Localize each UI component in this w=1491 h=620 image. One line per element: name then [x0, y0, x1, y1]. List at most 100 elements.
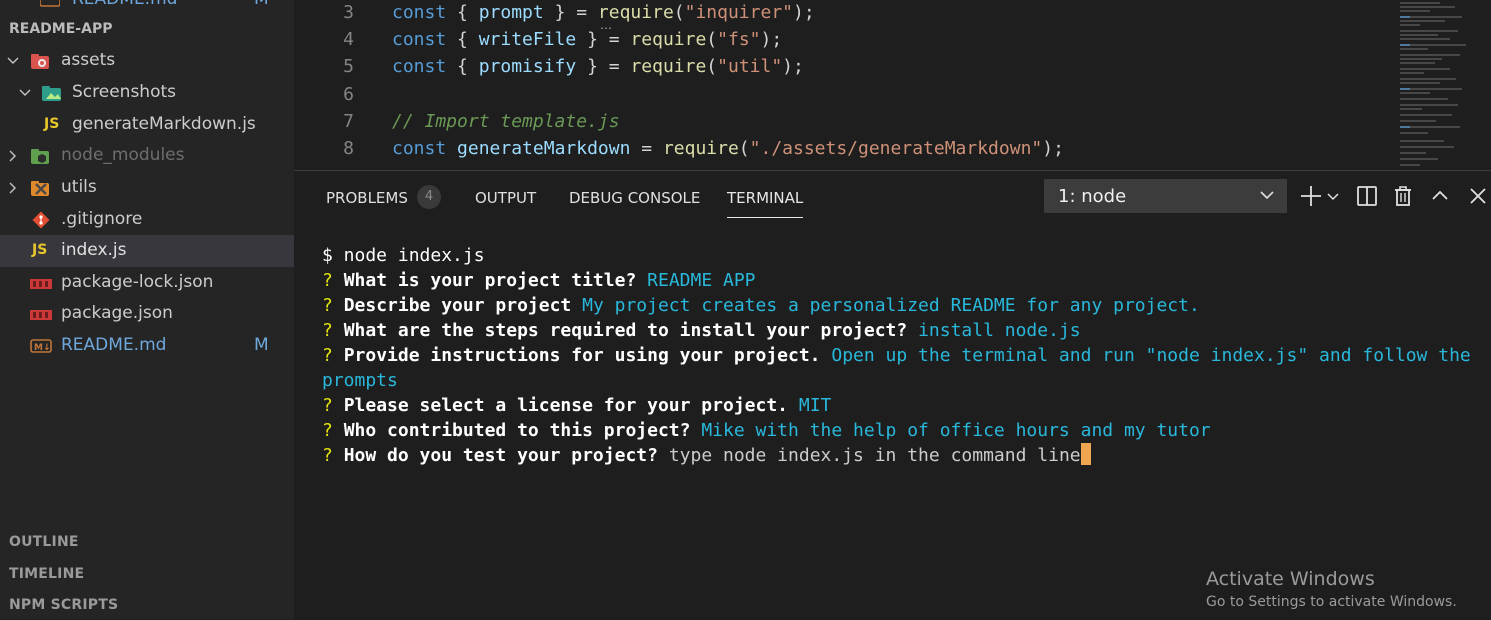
tree-item-label: index.js	[61, 240, 127, 260]
code-token: (	[706, 29, 718, 51]
tab-terminal[interactable]: TERMINAL	[727, 189, 803, 207]
code-text: const { writeFile } = require("fs");	[392, 26, 782, 53]
code-text: // Import template.js	[392, 108, 620, 135]
prompt-answer: Mike with the help of office hours and m…	[701, 420, 1211, 441]
code-token: require	[662, 138, 739, 159]
line-number: 3	[343, 2, 354, 23]
code-token: (	[673, 2, 685, 23]
tree-item-label: README.md	[61, 335, 167, 355]
tab-output[interactable]: OUTPUT	[475, 189, 536, 207]
code-editor[interactable]: 3 const { prompt } = require("inquirer");…	[294, 0, 1491, 170]
watermark-title: Activate Windows	[1206, 568, 1375, 590]
prompt-question: Describe your project	[343, 295, 572, 316]
code-token: const	[392, 56, 447, 78]
chevron-right-icon	[6, 149, 20, 163]
js-file-icon: JS	[44, 116, 60, 132]
tree-item-label: utils	[61, 177, 97, 197]
tree-item-readme[interactable]: M↓ README.md M	[0, 330, 294, 362]
git-status-badge: M	[254, 0, 269, 9]
code-line[interactable]: 8 const generateMarkdown = require("./ass…	[294, 135, 1394, 162]
svg-text:M↓: M↓	[34, 343, 51, 353]
prompt-question: How do you test your project?	[343, 445, 658, 466]
trash-icon[interactable]	[1390, 183, 1416, 209]
prompt-question: What is your project title?	[343, 270, 637, 291]
chevron-down-icon	[1259, 187, 1275, 208]
code-token: const	[392, 2, 447, 23]
code-line[interactable]: 3 const { prompt } = require("inquirer");	[294, 0, 1394, 26]
prompt-marker: ?	[322, 295, 344, 316]
terminal-qa-line: ? Describe your project My project creat…	[322, 293, 1482, 318]
tree-item-index-js[interactable]: JS index.js	[0, 235, 294, 267]
code-token: require	[630, 56, 707, 78]
npm-scripts-section[interactable]: NPM SCRIPTS	[9, 597, 118, 613]
line-number: 7	[343, 110, 354, 132]
prompt-answer: MIT	[798, 395, 832, 416]
close-icon[interactable]	[1465, 183, 1491, 209]
code-token: const	[392, 138, 447, 159]
code-line[interactable]: 6	[294, 81, 1394, 108]
code-line[interactable]: 7 // Import template.js	[294, 108, 1394, 135]
terminal-qa-line: ? Who contributed to this project? Mike …	[322, 418, 1482, 443]
tab-debug-console[interactable]: DEBUG CONSOLE	[569, 189, 700, 207]
terminal-qa-line: ? Please select a license for your proje…	[322, 393, 1482, 418]
tree-item-gitignore[interactable]: .gitignore	[0, 204, 294, 236]
split-terminal-icon[interactable]	[1354, 183, 1380, 209]
chevron-right-icon	[6, 181, 20, 195]
tree-item-assets[interactable]: assets	[0, 45, 294, 77]
code-token: } =	[576, 29, 631, 51]
code-token: );	[793, 2, 815, 23]
new-terminal-plus-icon[interactable]	[1298, 183, 1324, 209]
prompt-question: What are the steps required to install y…	[343, 320, 908, 341]
npm-icon	[30, 276, 52, 294]
problems-count-badge: 4	[417, 185, 441, 209]
explorer-sidebar: README.md M README-APP assets Screenshot…	[0, 0, 294, 619]
git-icon	[31, 210, 51, 229]
tree-item-package-json[interactable]: package.json	[0, 298, 294, 330]
line-number: 8	[343, 138, 354, 159]
code-line[interactable]: 5 const { promisify } = require("util");	[294, 53, 1394, 80]
code-text: const { promisify } = require("util");	[392, 53, 804, 80]
npm-icon	[30, 307, 52, 325]
project-header[interactable]: README-APP	[0, 13, 294, 45]
code-token: (	[706, 56, 718, 78]
tree-item-node-modules[interactable]: node_modules	[0, 140, 294, 172]
markdown-icon: M↓	[30, 337, 52, 355]
code-line[interactable]: 4 const { writeFile } = require("fs");	[294, 26, 1394, 53]
tree-item-label: package.json	[61, 303, 173, 323]
tree-item-label: README.md	[72, 0, 177, 9]
prompt-input[interactable]: type node index.js in the command line	[669, 445, 1081, 466]
watermark-subtitle: Go to Settings to activate Windows.	[1206, 594, 1457, 610]
code-token: "inquirer"	[684, 2, 793, 23]
prompt-marker: ?	[322, 420, 344, 441]
prompt-answer: README APP	[647, 270, 756, 291]
code-token: promisify	[478, 56, 577, 78]
prompt-answer: install node.js	[918, 320, 1081, 341]
terminal-qa-line: ? Provide instructions for using your pr…	[322, 343, 1482, 393]
minimap[interactable]	[1398, 0, 1473, 170]
outline-section[interactable]: OUTLINE	[9, 534, 79, 550]
code-text: const generateMarkdown = require("./asse…	[392, 135, 1064, 162]
active-tab-indicator	[727, 217, 803, 218]
folder-tools-icon	[30, 178, 50, 196]
prompt-question: Provide instructions for using your proj…	[343, 345, 821, 366]
terminal-output[interactable]: $ node index.js? What is your project ti…	[322, 243, 1482, 468]
folder-assets-icon	[30, 52, 50, 70]
code-token: );	[782, 56, 804, 78]
terminal-select[interactable]: 1: node	[1044, 179, 1287, 213]
prompt-marker: ?	[322, 270, 344, 291]
activation-watermark: Activate Windows Go to Settings to activ…	[1206, 568, 1457, 610]
code-token: (	[738, 138, 750, 159]
maximize-panel-chevron-up-icon[interactable]	[1427, 183, 1453, 209]
tree-item-package-lock[interactable]: package-lock.json	[0, 267, 294, 299]
chevron-down-icon[interactable]	[1326, 189, 1340, 203]
markdown-icon	[39, 0, 61, 9]
prompt-marker: ?	[322, 395, 344, 416]
project-title: README-APP	[9, 21, 113, 37]
tree-item-screenshots[interactable]: Screenshots	[0, 77, 294, 109]
terminal-current-prompt-line: ? How do you test your project? type nod…	[322, 443, 1482, 468]
terminal-qa-line: ? What are the steps required to install…	[322, 318, 1482, 343]
timeline-section[interactable]: TIMELINE	[9, 566, 84, 582]
tab-problems[interactable]: PROBLEMS	[326, 189, 408, 207]
tree-item-generatemarkdown[interactable]: JS generateMarkdown.js	[0, 109, 294, 141]
tree-item-utils[interactable]: utils	[0, 172, 294, 204]
